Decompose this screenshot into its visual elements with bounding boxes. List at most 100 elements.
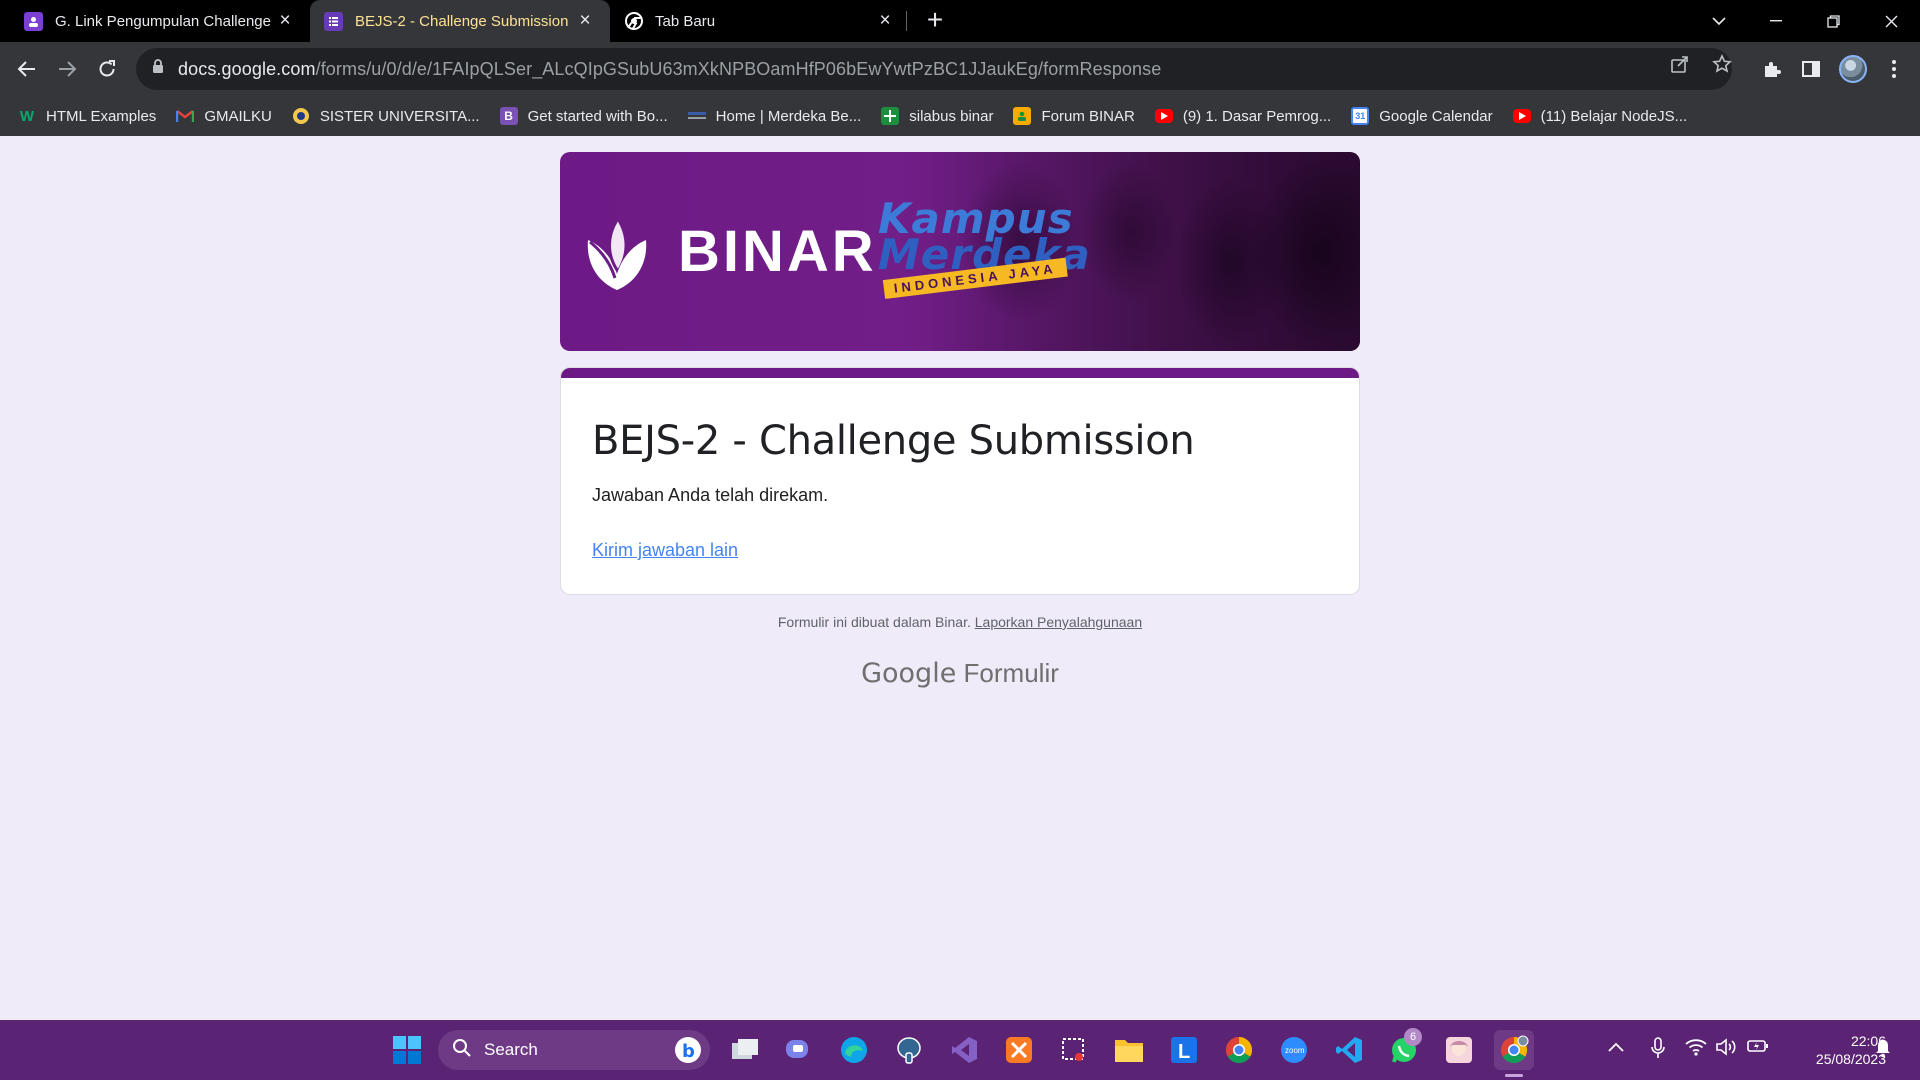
chrome-icon [624, 12, 643, 31]
form-header-banner: BINAR Kampus Merdeka INDONESIA JAYA [560, 152, 1360, 351]
merdeka-icon [687, 107, 706, 125]
anime-app-icon[interactable] [1439, 1030, 1479, 1070]
bookmark-label: (11) Belajar NodeJS... [1540, 107, 1688, 125]
bookmark-label: Get started with Bo... [527, 107, 668, 125]
notification-bell-icon[interactable] [1874, 1038, 1892, 1061]
youtube-icon [1154, 109, 1173, 123]
close-window-button[interactable] [1866, 0, 1916, 42]
bookmark-google-calendar[interactable]: 31 Google Calendar [1351, 107, 1493, 125]
close-tab-icon[interactable]: × [574, 10, 596, 32]
whatsapp-notification-badge: 6 [1404, 1028, 1422, 1046]
youtube-icon [1512, 109, 1531, 123]
address-bar[interactable]: docs.google.com/forms/u/0/d/e/1FAIpQLSer… [136, 48, 1732, 90]
bookmark-label: HTML Examples [46, 107, 157, 125]
microphone-icon[interactable] [1651, 1037, 1665, 1062]
bookmark-label: Google Calendar [1379, 107, 1493, 125]
side-panel-icon[interactable] [1797, 55, 1825, 83]
bookmark-youtube-belajar-nodejs[interactable]: (11) Belajar NodeJS... [1512, 107, 1688, 125]
file-explorer-icon[interactable] [1109, 1030, 1149, 1070]
chrome-menu-kebab-icon[interactable] [1880, 55, 1908, 83]
bookmark-label: Forum BINAR [1041, 107, 1135, 125]
lock-icon[interactable] [152, 59, 164, 79]
avatar [1839, 55, 1867, 83]
bookmark-label: silabus binar [909, 107, 994, 125]
form-footer-note: Formulir ini dibuat dalam Binar. Laporka… [560, 614, 1360, 630]
task-view-icon[interactable] [725, 1030, 765, 1070]
bookmark-star-icon[interactable] [1709, 51, 1735, 77]
volume-icon[interactable] [1715, 1038, 1737, 1059]
restore-button[interactable] [1808, 0, 1858, 42]
edge-icon[interactable] [834, 1030, 874, 1070]
report-abuse-link[interactable]: Laporkan Penyalahgunaan [975, 614, 1142, 630]
confirmation-card: BEJS-2 - Challenge Submission Jawaban An… [560, 367, 1360, 595]
teams-chat-icon[interactable] [779, 1030, 819, 1070]
chrome-icon[interactable] [1219, 1030, 1259, 1070]
forward-button[interactable] [51, 53, 83, 85]
bookmark-gmailku[interactable]: GMAILKU [176, 107, 272, 125]
url-host: docs.google.com [178, 58, 316, 79]
chrome-active-window-icon[interactable] [1494, 1030, 1534, 1070]
url-text: docs.google.com/forms/u/0/d/e/1FAIpQLSer… [178, 59, 1161, 80]
extensions-puzzle-icon[interactable] [1758, 55, 1786, 83]
svg-text:zoom: zoom [1285, 1046, 1305, 1055]
xampp-icon[interactable] [999, 1030, 1039, 1070]
taskbar-search-box[interactable]: Search b [438, 1030, 710, 1070]
reload-button[interactable] [91, 53, 123, 85]
w3schools-icon: W [19, 107, 35, 125]
bookmark-merdeka[interactable]: Home | Merdeka Be... [687, 107, 862, 125]
bookmark-html-examples[interactable]: W HTML Examples [18, 107, 156, 125]
search-placeholder: Search [484, 1040, 538, 1059]
clock-time: 22:06 [1850, 1033, 1886, 1049]
classroom-icon [24, 11, 43, 31]
battery-charging-icon[interactable] [1747, 1039, 1769, 1056]
tab-challenge-submission[interactable]: BEJS-2 - Challenge Submission × [310, 0, 610, 42]
sheets-icon [881, 107, 900, 125]
university-icon [292, 107, 310, 125]
form-title: BEJS-2 - Challenge Submission [592, 418, 1195, 464]
card-accent-bar [561, 368, 1359, 378]
show-hidden-icons-chevron-icon[interactable] [1608, 1039, 1624, 1055]
minimize-button[interactable] [1751, 0, 1801, 42]
l-app-icon[interactable]: L [1164, 1030, 1204, 1070]
google-wordmark: Google [861, 658, 957, 689]
brand-name: BINAR [678, 219, 877, 284]
submit-another-response-link[interactable]: Kirim jawaban lain [592, 540, 738, 561]
bookmark-silabus-binar[interactable]: silabus binar [881, 107, 993, 125]
footer-note-text: Formulir ini dibuat dalam Binar. [777, 614, 971, 630]
new-tab-button[interactable]: + [920, 6, 950, 36]
taskbar-clock[interactable]: 22:06 25/08/2023 [1776, 1032, 1886, 1068]
windows-taskbar: Search b L zoom 6 22:06 25/08/2023 [0, 1020, 1920, 1080]
google-forms-logo[interactable]: Google Formulir [560, 658, 1360, 689]
svg-text:L: L [1178, 1041, 1190, 1063]
tab-title: Tab Baru [655, 12, 716, 30]
profile-avatar[interactable] [1839, 55, 1867, 83]
form-response-page: BINAR Kampus Merdeka INDONESIA JAYA BEJS… [0, 136, 1920, 1020]
bookmark-sister-universitas[interactable]: SISTER UNIVERSITA... [292, 107, 480, 125]
forms-wordmark: Formulir [963, 658, 1059, 688]
visual-studio-icon[interactable] [944, 1030, 984, 1070]
close-tab-icon[interactable]: × [274, 10, 296, 32]
tab-new-tab[interactable]: Tab Baru × [610, 0, 910, 42]
bootstrap-icon: B [499, 107, 518, 125]
tab-search-chevron-icon[interactable] [1694, 0, 1744, 42]
bookmark-forum-binar[interactable]: Forum BINAR [1013, 107, 1135, 125]
vscode-icon[interactable] [1329, 1030, 1369, 1070]
postgresql-icon[interactable] [889, 1030, 929, 1070]
tab-link-pengumpulan[interactable]: G. Link Pengumpulan Challenge × [10, 0, 310, 42]
bookmark-youtube-dasar-pemrog[interactable]: (9) 1. Dasar Pemrog... [1154, 107, 1332, 125]
bookmark-bootstrap[interactable]: B Get started with Bo... [499, 107, 668, 125]
url-path: /forms/u/0/d/e/1FAIpQLSer_ALcQIpGSubU63m… [315, 58, 1162, 79]
browser-tab-strip: G. Link Pengumpulan Challenge × BEJS-2 -… [0, 0, 1920, 42]
calendar-icon: 31 [1351, 107, 1370, 125]
share-icon[interactable] [1667, 51, 1693, 77]
clock-date: 25/08/2023 [1815, 1051, 1886, 1067]
back-button[interactable] [11, 53, 43, 85]
close-tab-icon[interactable]: × [874, 10, 896, 32]
confirmation-message: Jawaban Anda telah direkam. [592, 485, 829, 505]
snipping-tool-icon[interactable] [1054, 1030, 1094, 1070]
bookmark-label: (9) 1. Dasar Pemrog... [1182, 107, 1332, 125]
windows-start-icon[interactable] [387, 1030, 427, 1070]
zoom-icon[interactable]: zoom [1274, 1030, 1314, 1070]
bookmark-label: Home | Merdeka Be... [715, 107, 862, 125]
wifi-icon[interactable] [1685, 1038, 1707, 1059]
